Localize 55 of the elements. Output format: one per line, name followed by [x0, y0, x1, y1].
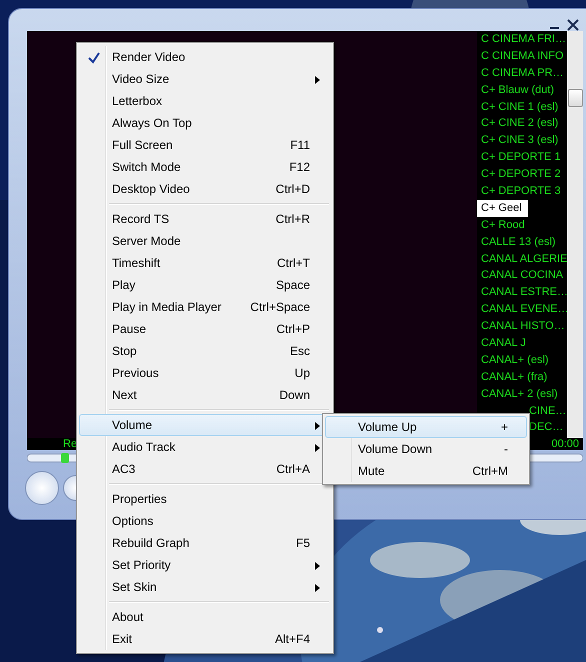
- menu-item[interactable]: Full Screen F11: [79, 134, 331, 156]
- menu-item[interactable]: Switch Mode F12: [79, 156, 331, 178]
- menu-item[interactable]: Set Skin: [79, 576, 331, 598]
- status-text: Re: [63, 438, 78, 450]
- channel-item[interactable]: CANAL ALGERIE: [477, 250, 567, 268]
- menu-item[interactable]: Exit Alt+F4: [79, 628, 331, 650]
- channel-item[interactable]: C+ DEPORTE 1: [477, 149, 561, 166]
- menu-item[interactable]: Play in Media Player Ctrl+Space: [79, 296, 331, 318]
- channel-item[interactable]: C+ Blauw (dut): [477, 82, 554, 99]
- menu-item[interactable]: Options: [79, 510, 331, 532]
- channel-item[interactable]: C+ DEPORTE 2: [477, 166, 561, 184]
- channel-item[interactable]: CANAL J: [477, 335, 526, 352]
- channel-item[interactable]: C+ CINE 2 (esl): [477, 115, 558, 132]
- menu-item[interactable]: Properties: [79, 488, 331, 510]
- menu-item[interactable]: Letterbox: [79, 90, 331, 112]
- menu-item[interactable]: Stop Esc: [79, 340, 331, 362]
- menu-item[interactable]: Mute Ctrl+M: [325, 460, 527, 482]
- menu-item[interactable]: Set Priority: [79, 554, 331, 576]
- menu-item[interactable]: Timeshift Ctrl+T: [79, 252, 331, 274]
- channel-item[interactable]: C+ CINE 1 (esl): [477, 98, 558, 116]
- menu-item[interactable]: Record TS Ctrl+R: [79, 208, 331, 230]
- menu-item[interactable]: About: [79, 606, 331, 628]
- channel-item[interactable]: CANAL EVENE…: [477, 301, 567, 318]
- channel-item[interactable]: CALLE 13 (esl): [477, 234, 556, 251]
- channel-item[interactable]: CANAL+ 2 (esl): [477, 386, 558, 403]
- channel-item[interactable]: C CINEMA FRI…: [477, 31, 566, 48]
- menu-item[interactable]: Pause Ctrl+P: [79, 318, 331, 340]
- channel-item[interactable]: C+ CINE 3 (esl): [477, 132, 558, 150]
- menu-item[interactable]: Server Mode: [79, 230, 331, 252]
- menu-item[interactable]: Always On Top: [79, 112, 331, 134]
- close-icon[interactable]: [567, 19, 579, 31]
- channel-item[interactable]: C CINEMA INFO: [477, 48, 564, 65]
- time-label: 00:00: [551, 438, 579, 450]
- menu-item[interactable]: Play Space: [79, 274, 331, 296]
- channel-item[interactable]: C CINEMA PR…: [477, 64, 564, 82]
- channel-item[interactable]: CANAL+ (esl): [477, 352, 549, 369]
- channel-item[interactable]: CANAL HISTO…: [477, 318, 565, 336]
- menu-item[interactable]: Volume Down -: [325, 438, 527, 460]
- menu-item[interactable]: Rebuild Graph F5: [79, 532, 331, 554]
- channel-item[interactable]: CANAL COCINA: [477, 267, 564, 284]
- channel-item[interactable]: C+ Geel: [477, 200, 528, 217]
- scrollbar[interactable]: [567, 31, 583, 438]
- menu-item[interactable]: Previous Up: [79, 362, 331, 384]
- menu-item[interactable]: Video Size: [79, 68, 331, 90]
- menu-item[interactable]: Volume Up +: [325, 416, 527, 438]
- menu-item[interactable]: Next Down: [79, 384, 331, 406]
- channel-item[interactable]: C+ DEPORTE 3: [477, 183, 561, 200]
- play-button[interactable]: [25, 471, 59, 505]
- menu-item[interactable]: Desktop Video Ctrl+D: [79, 178, 331, 200]
- channel-item[interactable]: CANAL ESTRE…: [477, 284, 567, 302]
- menu-item[interactable]: Render Video: [79, 46, 331, 68]
- channel-item[interactable]: C+ Rood: [477, 216, 525, 234]
- channel-item[interactable]: DEC…: [529, 419, 564, 436]
- channel-item[interactable]: CINE…: [529, 402, 566, 420]
- channel-item[interactable]: CANAL+ (fra): [477, 368, 548, 386]
